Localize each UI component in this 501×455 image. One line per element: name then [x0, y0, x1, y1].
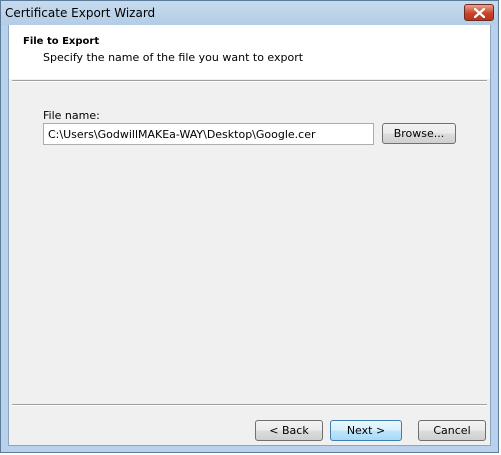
page-subtitle: Specify the name of the file you want to…: [43, 51, 304, 64]
file-name-label: File name:: [43, 109, 100, 122]
file-name-input[interactable]: [43, 123, 374, 145]
cancel-button[interactable]: Cancel: [418, 420, 486, 441]
browse-button[interactable]: Browse...: [382, 123, 456, 144]
window-title: Certificate Export Wizard: [5, 6, 156, 20]
footer-divider: [12, 404, 487, 406]
wizard-client-area: File to Export Specify the name of the f…: [8, 25, 491, 446]
certificate-export-wizard-window: Certificate Export Wizard File to Export…: [0, 0, 499, 453]
next-button[interactable]: Next >: [330, 420, 402, 441]
title-bar[interactable]: Certificate Export Wizard: [1, 1, 498, 25]
back-button[interactable]: < Back: [255, 420, 323, 441]
close-icon: [474, 8, 485, 18]
wizard-header: File to Export Specify the name of the f…: [9, 25, 490, 79]
page-title: File to Export: [23, 36, 100, 47]
close-button[interactable]: [464, 4, 494, 21]
header-divider: [12, 80, 487, 82]
